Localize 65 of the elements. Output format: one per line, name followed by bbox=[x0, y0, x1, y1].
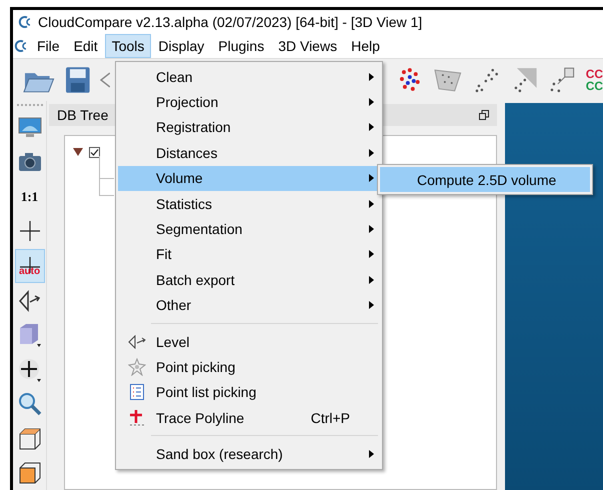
submenu-arrow-icon bbox=[368, 301, 374, 310]
submenu-arrow-icon bbox=[368, 148, 374, 157]
filled-box-icon bbox=[18, 462, 40, 484]
crosshair-icon bbox=[18, 220, 40, 242]
star-gear-icon bbox=[128, 358, 146, 376]
menu-item[interactable]: Segmentation bbox=[118, 216, 380, 242]
menu-item[interactable]: Registration bbox=[118, 114, 380, 140]
camera-icon bbox=[18, 152, 42, 172]
menu-item[interactable]: Level bbox=[118, 328, 380, 354]
angle-arrow-icon bbox=[18, 290, 42, 312]
menu-item[interactable]: Edit bbox=[66, 34, 105, 58]
list-icon bbox=[130, 384, 144, 400]
menu-item[interactable]: Display bbox=[151, 34, 212, 58]
menu-item[interactable]: Other bbox=[118, 292, 380, 318]
menu-item[interactable]: Projection bbox=[118, 89, 380, 115]
menu-item[interactable]: Batch export bbox=[118, 267, 380, 293]
menu-item[interactable]: Trace Polyline Ctrl+P bbox=[118, 405, 380, 430]
submenu-arrow-icon bbox=[368, 123, 374, 132]
cube-icon bbox=[18, 322, 42, 348]
angle-arrow-icon bbox=[128, 334, 146, 349]
scatter-zoom-icon[interactable] bbox=[548, 66, 576, 94]
window-title: CloudCompare v2.13.alpha (02/07/2023) [64-bit] - [3D View 1] bbox=[38, 14, 422, 30]
search-icon bbox=[18, 392, 42, 416]
float-panel-icon[interactable] bbox=[479, 110, 489, 120]
wire-box-icon bbox=[18, 428, 40, 450]
save-icon[interactable] bbox=[64, 66, 90, 94]
submenu-arrow-icon bbox=[368, 450, 374, 458]
tree-branch-line bbox=[99, 156, 114, 179]
app-logo-icon bbox=[18, 15, 32, 29]
menu-item[interactable]: Tools bbox=[104, 34, 152, 58]
menu-item[interactable]: 3D Views bbox=[271, 34, 344, 58]
submenu-arrow-icon bbox=[368, 276, 374, 284]
menu-item[interactable]: Point list picking bbox=[118, 380, 380, 406]
one-to-one-button[interactable]: 1:1 bbox=[14, 180, 44, 214]
panel-title: DB Tree bbox=[57, 107, 108, 123]
submenu-arrow-icon bbox=[368, 98, 374, 106]
menu-item[interactable]: Help bbox=[344, 34, 387, 58]
scatter-icon[interactable] bbox=[472, 66, 501, 94]
tree-checkbox[interactable] bbox=[89, 146, 100, 158]
submenu-arrow-icon bbox=[368, 174, 374, 182]
expand-arrow-icon[interactable] bbox=[73, 148, 83, 156]
menu-item[interactable]: Plugins bbox=[211, 34, 272, 58]
menu-item[interactable]: File bbox=[30, 34, 67, 58]
menu-item[interactable]: Fit bbox=[118, 242, 380, 268]
submenu-arrow-icon bbox=[368, 250, 374, 258]
3d-view[interactable] bbox=[505, 103, 603, 490]
shortcut-label: Ctrl+P bbox=[310, 410, 350, 426]
plus-marker-icon bbox=[128, 408, 146, 427]
menu-item[interactable]: Volume bbox=[118, 166, 380, 191]
app-logo-icon bbox=[14, 39, 28, 53]
menu-item[interactable]: Clean bbox=[118, 64, 380, 90]
auto-label: auto bbox=[18, 266, 40, 276]
auto-pivot-button[interactable]: auto bbox=[14, 249, 44, 283]
menu-item[interactable]: Statistics bbox=[118, 190, 380, 216]
submenu-arrow-icon bbox=[368, 225, 374, 234]
monitor-icon bbox=[18, 116, 42, 139]
menu-item[interactable]: Compute 2.5D volume bbox=[380, 167, 590, 192]
move-icon bbox=[18, 358, 42, 382]
submenu-arrow-icon bbox=[368, 72, 374, 81]
menu-item[interactable]: Point picking bbox=[118, 354, 380, 380]
plugin-logo[interactable]: CC CC bbox=[586, 68, 603, 92]
menu-item[interactable]: Distances bbox=[118, 140, 380, 166]
crosshair-icon bbox=[18, 256, 40, 274]
submenu-arrow-icon bbox=[368, 200, 374, 208]
menu-item[interactable]: Sand box (research) bbox=[118, 441, 380, 467]
